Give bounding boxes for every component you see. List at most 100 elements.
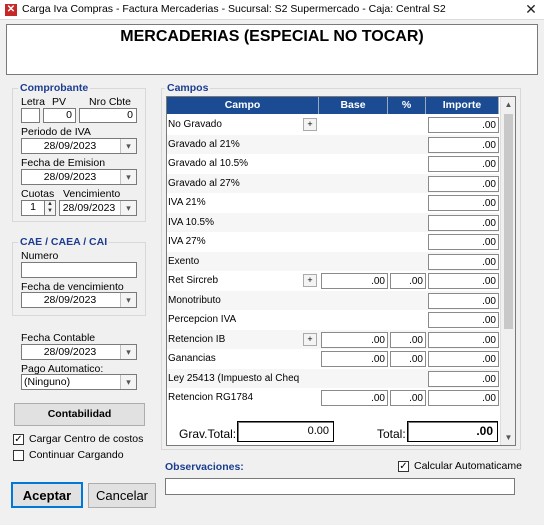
total-label: Total: bbox=[377, 427, 406, 441]
scroll-up-icon[interactable]: ▲ bbox=[501, 97, 515, 112]
importe-input[interactable]: .00 bbox=[428, 136, 499, 153]
chevron-down-icon[interactable]: ▾ bbox=[120, 201, 136, 215]
campo-label: Retencion RG1784 bbox=[168, 392, 254, 403]
column-header-campo: Campo bbox=[167, 97, 319, 114]
base-input[interactable]: .00 bbox=[321, 273, 388, 289]
table-row: IVA 21% .00 bbox=[167, 193, 499, 213]
aceptar-button[interactable]: Aceptar bbox=[11, 482, 83, 508]
importe-input[interactable]: .00 bbox=[428, 351, 499, 367]
grav-total-value: 0.00 bbox=[237, 421, 334, 442]
continuar-cargando-checkbox[interactable] bbox=[13, 450, 24, 461]
campo-label: Percepcion IVA bbox=[168, 314, 237, 325]
vencimiento-picker[interactable]: 28/09/2023 ▾ bbox=[59, 200, 137, 216]
close-icon[interactable]: ✕ bbox=[522, 1, 540, 19]
periodo-iva-value: 28/09/2023 bbox=[43, 140, 97, 152]
importe-input[interactable]: .00 bbox=[428, 234, 499, 250]
comprobante-group-label: Comprobante bbox=[18, 82, 91, 94]
grav-total-label: Grav.Total: bbox=[179, 427, 237, 441]
fecha-contable-value: 28/09/2023 bbox=[43, 346, 97, 358]
table-row: Gravado al 21% .00 bbox=[167, 134, 499, 154]
pago-automatico-value: (Ninguno) bbox=[24, 376, 71, 388]
spin-up-icon[interactable]: ▲ bbox=[45, 201, 55, 208]
vencimiento-value: 28/09/2023 bbox=[62, 202, 116, 214]
grid-scrollbar[interactable]: ▲ ▼ bbox=[500, 97, 515, 445]
spin-down-icon[interactable]: ▼ bbox=[45, 208, 55, 215]
chevron-down-icon[interactable]: ▾ bbox=[120, 345, 136, 359]
table-row: Exento .00 bbox=[167, 251, 499, 271]
cae-group-label: CAE / CAEA / CAI bbox=[18, 236, 110, 248]
cancelar-button[interactable]: Cancelar bbox=[88, 483, 156, 508]
cuotas-label: Cuotas bbox=[21, 188, 55, 200]
fecha-emision-label: Fecha de Emision bbox=[21, 157, 106, 169]
continuar-cargando-label: Continuar Cargando bbox=[29, 449, 124, 461]
base-input[interactable]: .00 bbox=[321, 351, 388, 367]
chevron-down-icon[interactable]: ▾ bbox=[120, 139, 136, 153]
table-row: Monotributo .00 bbox=[167, 290, 499, 310]
importe-input[interactable]: .00 bbox=[428, 331, 499, 348]
fecha-emision-picker[interactable]: 28/09/2023 ▾ bbox=[21, 169, 137, 185]
pv-input[interactable]: 0 bbox=[43, 108, 76, 123]
contabilidad-button[interactable]: Contabilidad bbox=[14, 403, 145, 426]
column-header-base: Base bbox=[319, 97, 388, 114]
importe-input[interactable]: .00 bbox=[428, 370, 499, 387]
cargar-centro-costos-label: Cargar Centro de costos bbox=[29, 433, 144, 445]
importe-input[interactable]: .00 bbox=[428, 312, 499, 328]
pago-automatico-select[interactable]: (Ninguno) ▾ bbox=[21, 374, 137, 390]
page-title: MERCADERIAS (ESPECIAL NO TOCAR) bbox=[120, 28, 424, 45]
vencimiento-label: Vencimiento bbox=[63, 188, 121, 200]
observaciones-input[interactable] bbox=[165, 478, 515, 495]
fecha-emision-value: 28/09/2023 bbox=[43, 171, 97, 183]
importe-input[interactable]: .00 bbox=[428, 292, 499, 309]
calcular-automaticamente-checkbox[interactable]: ✓ bbox=[398, 461, 409, 472]
fecha-contable-picker[interactable]: 28/09/2023 ▾ bbox=[21, 344, 137, 360]
importe-input[interactable]: .00 bbox=[428, 117, 499, 133]
campo-label: No Gravado bbox=[168, 119, 222, 130]
importe-input[interactable]: .00 bbox=[428, 175, 499, 192]
base-input[interactable]: .00 bbox=[321, 331, 388, 348]
campo-label: Retencion IB bbox=[168, 333, 226, 345]
cargar-centro-costos-checkbox[interactable]: ✓ bbox=[13, 434, 24, 445]
importe-input[interactable]: .00 bbox=[428, 195, 499, 211]
base-input[interactable]: .00 bbox=[321, 390, 388, 406]
campos-group-label: Campos bbox=[165, 82, 211, 94]
header-panel: MERCADERIAS (ESPECIAL NO TOCAR) bbox=[6, 24, 538, 75]
campo-label: IVA 21% bbox=[168, 197, 206, 208]
scrollbar-thumb[interactable] bbox=[504, 114, 513, 329]
table-row: Retencion IB + .00.00.00 bbox=[167, 329, 499, 349]
cuotas-input[interactable]: 1 bbox=[21, 200, 45, 216]
cuotas-stepper[interactable]: ▲ ▼ bbox=[44, 200, 56, 216]
letra-input[interactable] bbox=[21, 108, 40, 123]
periodo-iva-picker[interactable]: 28/09/2023 ▾ bbox=[21, 138, 137, 154]
campo-label: Ganancias bbox=[168, 353, 216, 364]
percent-input[interactable]: .00 bbox=[390, 331, 426, 348]
cae-numero-input[interactable] bbox=[21, 262, 137, 278]
calcular-automaticamente-label: Calcular Automaticame bbox=[414, 460, 522, 472]
importe-input[interactable]: .00 bbox=[428, 214, 499, 231]
percent-input[interactable]: .00 bbox=[390, 351, 426, 367]
window-title: Carga Iva Compras - Factura Mercaderias … bbox=[22, 3, 446, 15]
importe-input[interactable]: .00 bbox=[428, 156, 499, 172]
importe-input[interactable]: .00 bbox=[428, 390, 499, 406]
campo-label: Ley 25413 (Impuesto al Cheq bbox=[168, 372, 300, 384]
table-row: No Gravado + .00 bbox=[167, 115, 499, 135]
importe-input[interactable]: .00 bbox=[428, 273, 499, 289]
fecha-vencimiento-picker[interactable]: 28/09/2023 ▾ bbox=[21, 292, 137, 308]
scroll-down-icon[interactable]: ▼ bbox=[501, 430, 515, 445]
chevron-down-icon[interactable]: ▾ bbox=[120, 375, 136, 389]
column-header-pct: % bbox=[388, 97, 426, 114]
total-value: .00 bbox=[407, 421, 498, 442]
nro-cbte-input[interactable]: 0 bbox=[79, 108, 137, 123]
percent-input[interactable]: .00 bbox=[390, 273, 426, 289]
chevron-down-icon[interactable]: ▾ bbox=[120, 170, 136, 184]
add-detail-button[interactable]: + bbox=[303, 332, 317, 346]
campo-label: Exento bbox=[168, 255, 200, 267]
campos-grid: Campo Base % Importe No Gravado + .00 Grava… bbox=[166, 96, 516, 446]
percent-input[interactable]: .00 bbox=[390, 390, 426, 406]
importe-input[interactable]: .00 bbox=[428, 253, 499, 270]
table-row: IVA 27% .00 bbox=[167, 232, 499, 252]
table-row: IVA 10.5% .00 bbox=[167, 212, 499, 232]
add-detail-button[interactable]: + bbox=[303, 118, 317, 131]
add-detail-button[interactable]: + bbox=[303, 274, 317, 287]
campo-label: Gravado al 21% bbox=[168, 138, 240, 150]
chevron-down-icon[interactable]: ▾ bbox=[120, 293, 136, 307]
